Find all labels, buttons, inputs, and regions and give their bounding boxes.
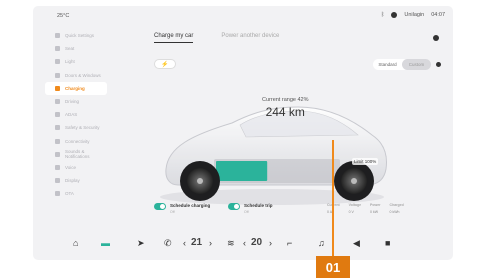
status-bar: 25°C ᛒ Unilagin 04:07	[33, 6, 453, 26]
charging-panel: Charge my car Power another device ⚡ Sta…	[112, 27, 445, 227]
charge-stats: Current0 A Voltage0 V Power0 kW Charged0…	[327, 203, 404, 214]
sidebar-item-safety[interactable]: Safety & Security	[45, 121, 107, 134]
outside-temperature: 25°C	[57, 13, 70, 19]
car-icon[interactable]: ▬	[101, 238, 110, 248]
music-icon[interactable]: ♫	[318, 238, 325, 248]
bluetooth-icon: ᛒ	[381, 12, 385, 18]
stat-power: Power 0 kW	[370, 203, 381, 214]
charge-port-button[interactable]: ⚡	[154, 59, 176, 69]
sidebar-item-label: Quick Settings	[65, 33, 95, 39]
range-label: Current range 42%	[262, 97, 309, 103]
bell-icon	[55, 151, 60, 157]
passenger-temp-increase[interactable]: ›	[269, 238, 272, 248]
shield-icon	[55, 125, 60, 131]
sidebar-item-label: Connectivity	[65, 138, 90, 144]
sidebar-item-label: OTA	[65, 191, 74, 197]
display-icon	[55, 178, 60, 184]
sidebar-item-label: ADAS	[65, 112, 78, 118]
car-settings-screen: 25°C ᛒ Unilagin 04:07 Quick Settings Sea…	[33, 6, 453, 260]
sidebar-item-label: Sounds & Notifications	[65, 149, 90, 160]
user-name[interactable]: Unilagin	[404, 12, 424, 18]
callout-number: 01	[316, 256, 350, 278]
sidebar-item-light[interactable]: Light	[45, 55, 107, 68]
update-icon	[55, 191, 60, 197]
schedule-charging-switch[interactable]	[154, 203, 166, 210]
navigation-icon[interactable]: ➤	[137, 238, 145, 249]
driving-icon	[55, 99, 60, 105]
sidebar-item-charging[interactable]: Charging	[45, 81, 107, 95]
stat-voltage: Voltage 0 V	[348, 203, 362, 214]
mode-standard[interactable]: Standard	[373, 59, 402, 70]
avatar[interactable]	[391, 12, 398, 18]
tab-bar: Charge my car Power another device	[154, 33, 279, 43]
door-icon	[55, 72, 60, 78]
volume-icon[interactable]: ◀	[353, 238, 360, 249]
option-sub: Off	[244, 210, 249, 214]
quick-settings-icon	[55, 33, 60, 39]
sidebar-item-quick-settings[interactable]: Quick Settings	[45, 29, 107, 42]
more-icon[interactable]	[433, 35, 439, 41]
callout-line	[332, 140, 334, 260]
sidebar-item-label: Charging	[65, 85, 85, 91]
rear-wheel	[334, 161, 374, 201]
option-sub: Off	[170, 210, 175, 214]
info-icon[interactable]	[436, 62, 441, 67]
sidebar-item-sounds[interactable]: Sounds & Notifications	[45, 148, 107, 161]
front-wheel	[180, 161, 220, 201]
fan-icon[interactable]: ≋	[227, 238, 235, 249]
sidebar: Quick Settings Seat Light Doors & Window…	[45, 29, 107, 200]
light-icon	[55, 59, 60, 65]
sidebar-item-voice[interactable]: Voice	[45, 161, 107, 174]
plug-icon: ⚡	[161, 61, 169, 68]
clock: 04:07	[431, 12, 445, 18]
charge-mode-toggle[interactable]: Standard Custom	[373, 59, 431, 70]
wifi-icon	[55, 138, 60, 144]
driver-temp-increase[interactable]: ›	[209, 238, 212, 248]
sidebar-item-driving[interactable]: Driving	[45, 95, 107, 108]
sidebar-item-adas[interactable]: ADAS	[45, 108, 107, 121]
passenger-temp-decrease[interactable]: ‹	[243, 238, 246, 248]
option-label: Schedule charging	[170, 203, 211, 208]
adas-icon	[55, 112, 60, 118]
stat-charged: Charged 0 kWh	[389, 203, 404, 214]
sidebar-item-label: Seat	[65, 46, 75, 52]
range-display: Current range 42% 244 km	[262, 97, 308, 119]
sidebar-item-label: Display	[65, 178, 80, 184]
status-right: ᛒ Unilagin 04:07	[381, 12, 445, 18]
battery-charge-fill	[216, 161, 268, 181]
tab-power-another-device[interactable]: Power another device	[221, 33, 279, 43]
charging-options: Schedule charging Off Schedule trip Off …	[154, 203, 444, 223]
sidebar-item-connectivity[interactable]: Connectivity	[45, 135, 107, 148]
phone-icon[interactable]: ✆	[164, 238, 172, 249]
range-value: 244 km	[265, 105, 305, 119]
sidebar-item-label: Doors & Windows	[65, 72, 101, 78]
seat-icon	[55, 46, 60, 52]
bottom-dock: ⌂ ▬ ➤ ✆ ‹ 21 › ≋ ‹ 20 › ⌐ ♫ ◀ ■	[33, 230, 453, 260]
schedule-trip-switch[interactable]	[228, 203, 240, 210]
sidebar-item-label: Safety & Security	[65, 125, 100, 131]
sidebar-item-label: Voice	[65, 164, 77, 170]
mode-custom[interactable]: Custom	[402, 59, 431, 70]
home-icon[interactable]: ⌂	[73, 238, 78, 248]
sidebar-item-label: Light	[65, 59, 75, 65]
apps-grid-icon[interactable]: ■	[385, 238, 390, 248]
charging-plug-icon	[55, 85, 60, 91]
tab-charge-my-car[interactable]: Charge my car	[154, 33, 194, 43]
seat-heat-icon[interactable]: ⌐	[287, 238, 292, 248]
option-label: Schedule trip	[244, 203, 273, 208]
driver-temperature: 21	[191, 237, 203, 248]
sidebar-item-seat[interactable]: Seat	[45, 42, 107, 55]
sidebar-item-label: Driving	[65, 99, 80, 105]
charge-limit-label[interactable]: Limit 100%	[352, 158, 379, 165]
microphone-icon	[55, 164, 60, 170]
driver-temp-decrease[interactable]: ‹	[183, 238, 186, 248]
sidebar-item-doors-windows[interactable]: Doors & Windows	[45, 69, 107, 82]
sidebar-item-ota[interactable]: OTA	[45, 187, 107, 200]
sidebar-item-display[interactable]: Display	[45, 174, 107, 187]
schedule-trip-option[interactable]: Schedule trip Off	[228, 203, 273, 214]
passenger-temperature: 20	[251, 237, 263, 248]
schedule-charging-option[interactable]: Schedule charging Off	[154, 203, 210, 214]
